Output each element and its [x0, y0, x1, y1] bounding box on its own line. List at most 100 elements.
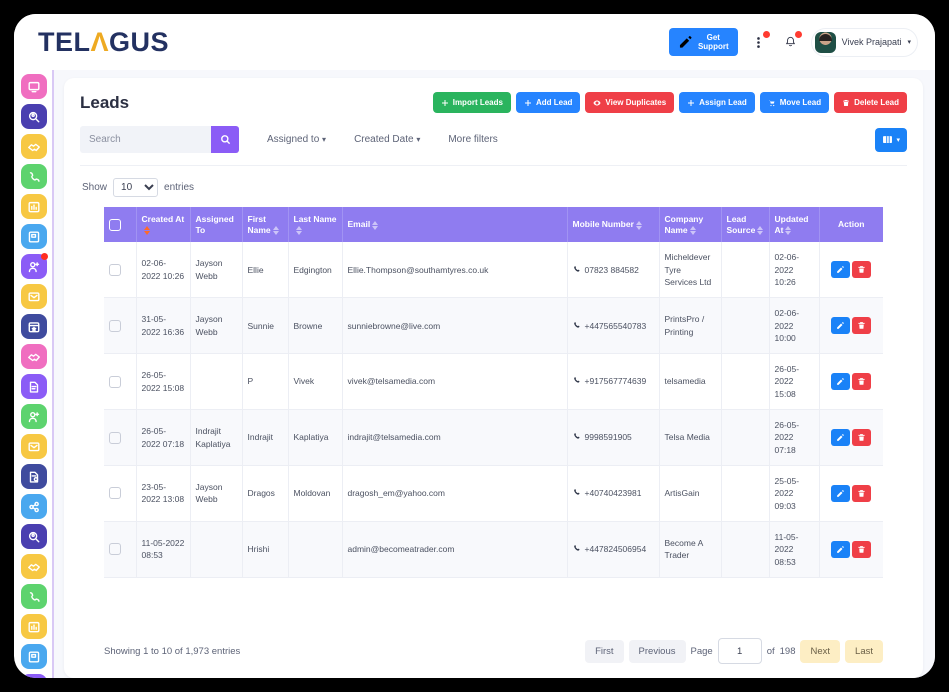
assign-lead-button[interactable]: Assign Lead: [679, 92, 755, 113]
cell-text: Dragos: [247, 488, 275, 499]
edit-row-button[interactable]: [831, 484, 851, 502]
column-header-mobile-number[interactable]: Mobile Number: [567, 207, 660, 243]
more-filters-link[interactable]: More filters: [448, 134, 497, 145]
sidebar-item-13[interactable]: [21, 464, 47, 489]
cell-email: Ellie.Thompson@southamtyres.co.uk: [342, 242, 568, 299]
logo-text-part2: GUS: [109, 26, 170, 57]
add-lead-button[interactable]: Add Lead: [515, 92, 581, 113]
delete-row-button[interactable]: [852, 429, 872, 447]
row-checkbox[interactable]: [109, 263, 121, 276]
cell-text: Edgington: [293, 264, 332, 275]
row-checkbox[interactable]: [109, 487, 121, 500]
sidebar-item-15[interactable]: [21, 524, 47, 549]
column-header-label: Mobile Number: [572, 219, 634, 230]
delete-row-button[interactable]: [852, 373, 872, 391]
edit-row-button[interactable]: [831, 261, 851, 279]
table-container: Created At Assigned To First Name Last Name…: [80, 207, 907, 624]
table-row[interactable]: 11-05-2022 08:53 Hrishi admin@becomeatrade…: [104, 521, 883, 578]
sidebar-item-6[interactable]: [21, 253, 48, 279]
column-header-email[interactable]: Email: [342, 207, 568, 243]
delete-row-button[interactable]: [852, 317, 872, 335]
cell-text: Vivek: [293, 376, 315, 387]
column-header-first-name[interactable]: First Name: [242, 207, 289, 243]
column-header-company-name[interactable]: Company Name: [659, 207, 722, 243]
next-page-button[interactable]: Next: [800, 639, 841, 663]
sort-arrows-icon: [635, 220, 642, 230]
sidebar-item-4[interactable]: [21, 194, 47, 219]
notifications-button[interactable]: [780, 31, 802, 53]
last-page-button[interactable]: Last: [845, 639, 883, 663]
created-date-filter[interactable]: Created Date ▾: [354, 134, 420, 145]
search-input[interactable]: [80, 126, 211, 153]
edit-row-button[interactable]: [831, 317, 851, 335]
column-header-lead-source[interactable]: Lead Source: [721, 207, 770, 243]
delete-row-button[interactable]: [852, 540, 872, 558]
assigned-to-filter[interactable]: Assigned to ▾: [267, 134, 326, 145]
entries-select[interactable]: 102550100: [113, 178, 159, 197]
previous-page-button[interactable]: Previous: [628, 639, 686, 663]
table-row[interactable]: 31-05-2022 16:36 Jayson Webb Sunnie Browne s…: [104, 297, 883, 355]
sidebar-item-9[interactable]: [21, 344, 47, 369]
table-row[interactable]: 23-05-2022 13:08 Jayson Webb Dragos Moldova…: [104, 465, 883, 522]
column-header-created-at[interactable]: Created At: [136, 207, 191, 243]
message-icon: [28, 441, 40, 451]
sidebar-item-11[interactable]: [21, 404, 47, 429]
sidebar-item-8[interactable]: [21, 314, 47, 339]
cell-action: [819, 521, 883, 578]
sidebar-item-16[interactable]: [21, 554, 47, 579]
user-menu[interactable]: Vivek Prajapati ▾: [811, 28, 917, 56]
cell-last_name: Edgington: [288, 242, 343, 299]
edit-row-button[interactable]: [831, 373, 851, 391]
row-checkbox[interactable]: [109, 431, 121, 444]
sidebar-item-7[interactable]: [21, 284, 47, 309]
cell-text: vivek@telsamedia.com: [347, 376, 436, 387]
column-header-last-name[interactable]: Last Name: [288, 207, 343, 243]
first-page-button[interactable]: First: [585, 639, 624, 663]
search-button[interactable]: [211, 126, 239, 153]
sidebar-item-17[interactable]: [21, 584, 47, 609]
sidebar-item-18[interactable]: [21, 614, 47, 639]
sidebar-item-2[interactable]: [21, 134, 47, 159]
view-duplicates-button[interactable]: View Duplicates: [585, 92, 675, 113]
move-lead-button[interactable]: Move Lead: [759, 92, 830, 113]
table-row[interactable]: 26-05-2022 15:08 P Vivek vivek@telsamedia.c…: [104, 353, 883, 411]
delete-row-button[interactable]: [852, 261, 872, 279]
sidebar-item-20[interactable]: [21, 674, 47, 678]
sidebar-item-19[interactable]: [21, 644, 47, 669]
page-number-input[interactable]: [717, 638, 762, 664]
search-group: [80, 126, 239, 153]
sidebar-item-12[interactable]: [21, 434, 47, 459]
page-header: Leads Import Leads Add Lead View Duplicate…: [80, 92, 907, 113]
trash-icon: [843, 99, 850, 106]
apps-menu-button[interactable]: [748, 31, 770, 53]
entries-row: Show 102550100 entries: [82, 178, 907, 197]
table-row[interactable]: 02-06-2022 10:26 Jayson Webb Ellie Edgingto…: [104, 242, 883, 299]
get-support-button[interactable]: Get Support: [669, 28, 738, 56]
sidebar-item-5[interactable]: [21, 224, 47, 249]
sort-arrows-icon: [372, 220, 379, 230]
row-checkbox[interactable]: [109, 543, 121, 556]
delete-row-button[interactable]: [852, 484, 872, 502]
table-row[interactable]: 26-05-2022 07:18 Indrajit Kaplatiya Indraj…: [104, 409, 883, 466]
column-header-updated-at[interactable]: Updated At: [769, 207, 820, 243]
delete-lead-button[interactable]: Delete Lead: [834, 92, 907, 113]
cell-text: Jayson Webb: [195, 314, 223, 337]
sidebar-item-3[interactable]: [21, 164, 47, 189]
sidebar-item-1[interactable]: [21, 104, 47, 129]
select-all-checkbox[interactable]: [109, 218, 121, 231]
row-checkbox[interactable]: [109, 375, 121, 388]
sidebar-item-0[interactable]: [21, 74, 47, 99]
sidebar-item-14[interactable]: [21, 494, 47, 519]
app-logo[interactable]: TEL Λ GUS: [38, 27, 169, 58]
column-settings-button[interactable]: ▾: [875, 127, 907, 152]
edit-row-button[interactable]: [831, 540, 851, 558]
cell-action: [819, 353, 883, 411]
cell-text: 23-05-2022 13:08: [141, 482, 185, 505]
cell-text: sunniebrowne@live.com: [347, 320, 441, 331]
row-checkbox[interactable]: [109, 319, 121, 332]
assigned-to-label: Assigned to: [267, 134, 320, 145]
import-leads-button[interactable]: Import Leads: [432, 92, 511, 113]
sidebar-item-10[interactable]: [21, 374, 47, 399]
edit-row-button[interactable]: [831, 429, 851, 447]
table-body: 02-06-2022 10:26 Jayson Webb Ellie Edgingto…: [104, 242, 883, 578]
